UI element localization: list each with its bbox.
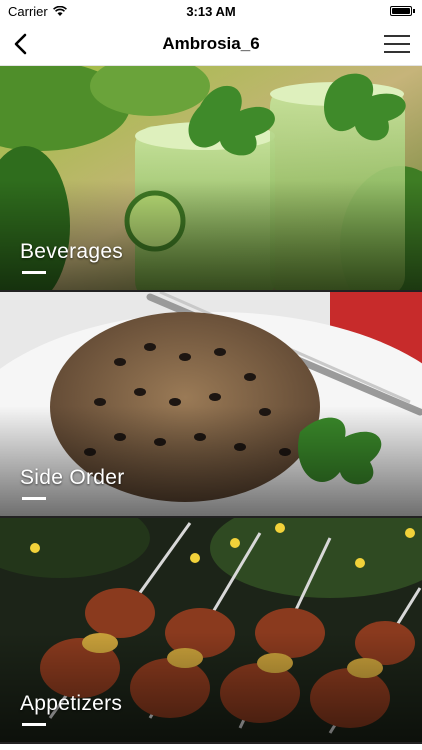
page-title: Ambrosia_6 [162,34,260,53]
hamburger-menu-icon [384,35,410,53]
category-tile-beverages[interactable]: Beverages [0,66,422,292]
menu-button[interactable] [382,29,412,59]
category-tile-side-order[interactable]: Side Order [0,292,422,518]
navigation-bar: Ambrosia_6 [0,22,422,66]
status-bar: Carrier 3:13 AM [0,0,422,22]
tile-shade [0,406,422,516]
status-time: 3:13 AM [186,4,236,19]
battery-icon [390,6,412,16]
tile-shade [0,180,422,290]
label-underline [22,723,46,726]
category-label: Appetizers [20,692,123,715]
label-underline [22,271,46,274]
chevron-left-icon [14,33,27,55]
category-tile-appetizers[interactable]: Appetizers [0,518,422,744]
back-button[interactable] [8,30,36,58]
category-label: Side Order [20,466,125,489]
category-label: Beverages [20,240,124,263]
label-underline [22,497,46,500]
tile-shade [0,632,422,742]
battery-cap [413,9,415,13]
category-list: Beverages Side Order Appetizers [0,66,422,744]
